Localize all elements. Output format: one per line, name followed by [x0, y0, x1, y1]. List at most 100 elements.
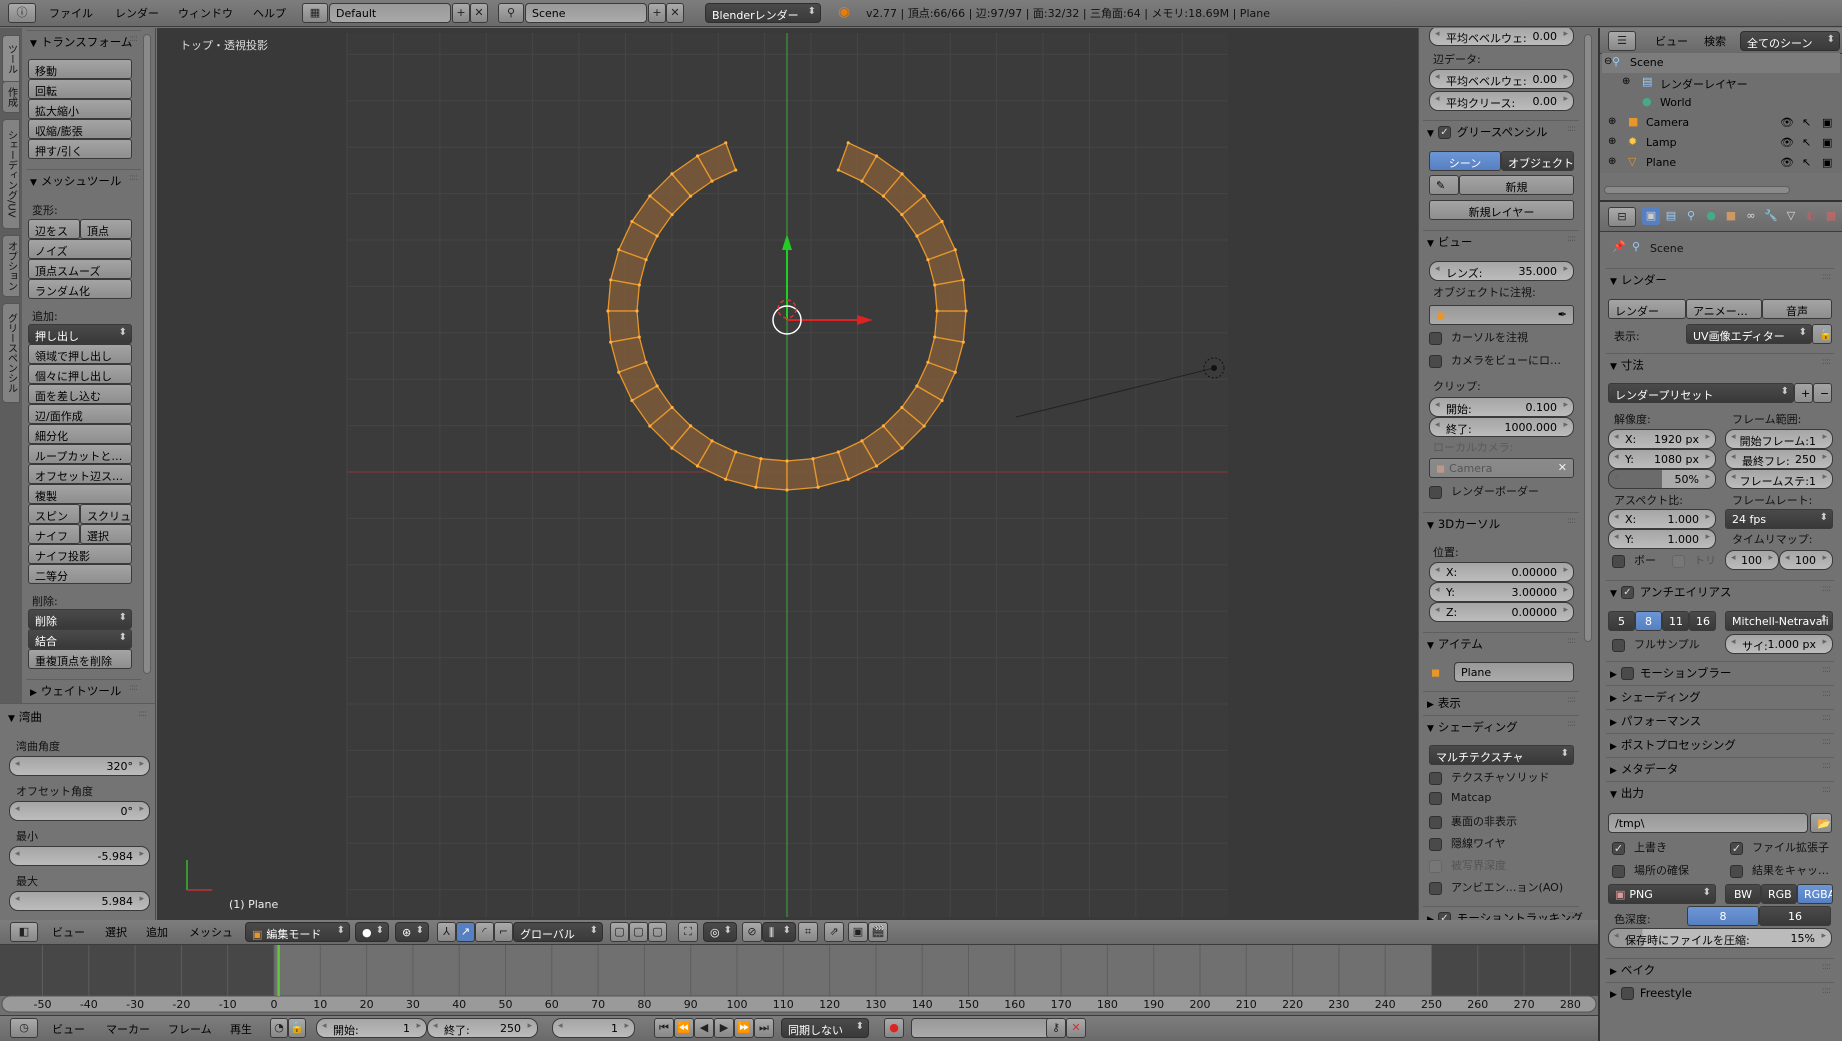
tool-shelf-tab-3[interactable]: オプション [2, 235, 20, 297]
prev-keyframe-icon[interactable]: ⏪ [674, 1018, 694, 1038]
shading-panel-header[interactable]: ▼ シェーディング:::: [1423, 715, 1579, 735]
end-frame-field[interactable]: 終了: 250 [427, 1018, 538, 1038]
color-mode-BW[interactable]: BW [1725, 884, 1761, 904]
mesh-tools-panel-header[interactable]: ▼ メッシュツール:::: [26, 169, 141, 189]
snap-element-dropdown[interactable]: ⫼ [762, 922, 796, 942]
snap-toggle-icon[interactable]: ⊘ [742, 922, 762, 942]
freestyle-panel-header[interactable]: ▶ Freestyle:::: [1606, 982, 1834, 1002]
border-checkbox[interactable]: ボー [1612, 552, 1656, 568]
translate-manipulator-icon[interactable]: ↗ [456, 922, 475, 942]
timeline-menu-3[interactable]: 再生 [230, 1021, 252, 1037]
collapsed-panel-1[interactable]: ▶ シェーディング:::: [1606, 685, 1834, 705]
object-context-icon[interactable]: ■ [1722, 207, 1740, 225]
tool-shelf-tab-1[interactable]: 作成 [2, 81, 20, 113]
checkbox[interactable] [1429, 354, 1442, 368]
drag-handle-icon[interactable]: :::: [138, 709, 147, 719]
weight-tools-panel-header[interactable]: ▶ ウェイトツール:::: [26, 679, 141, 699]
drag-handle-icon[interactable]: :::: [1822, 584, 1831, 594]
transform-tool-button[interactable]: 回転 [28, 79, 132, 99]
timeline-menu-2[interactable]: フレーム [168, 1021, 212, 1037]
3d-view-menu-1[interactable]: 選択 [105, 924, 127, 940]
add-tool-button[interactable]: 領域で押し出し [28, 344, 132, 364]
add-tool-button[interactable]: オフセット辺ス… [28, 464, 132, 484]
mode-dropdown[interactable]: ▣ 編集モード [245, 922, 350, 942]
audio-button[interactable]: 音声 [1762, 299, 1832, 319]
scene-delete-button[interactable]: ✕ [666, 3, 684, 23]
tool-shelf-tab-0[interactable]: ツール [2, 35, 20, 83]
scale-manipulator-icon[interactable]: ⌐ [494, 922, 513, 942]
checkbox[interactable] [1612, 638, 1625, 652]
grease-scene-button[interactable]: シーン [1429, 151, 1501, 171]
info-editor-type-button[interactable]: ⓘ [8, 3, 36, 23]
file-extensions-checkbox[interactable]: ✓ ファイル拡張子 [1730, 839, 1829, 855]
aa-samples-11[interactable]: 11 [1662, 611, 1689, 631]
resolution-y-field[interactable]: Y: 1080 px [1608, 449, 1716, 469]
shading-checkbox-2[interactable]: 裏面の非表示 [1429, 813, 1517, 829]
keying-set-field[interactable] [911, 1018, 1061, 1038]
3d-cursor-panel-header[interactable]: ▼ 3Dカーソル:::: [1423, 512, 1579, 532]
rotate-manipulator-icon[interactable]: ◜ [475, 922, 494, 942]
bisect-button[interactable]: 二等分 [28, 564, 132, 584]
drag-handle-icon[interactable]: :::: [1822, 986, 1831, 996]
drag-handle-icon[interactable]: :::: [1822, 761, 1831, 771]
aa-filter-dropdown[interactable]: Mitchell-Netravali [1725, 611, 1833, 631]
eye-icon[interactable]: 👁 [1780, 156, 1794, 169]
anti-aliasing-panel-header[interactable]: ▼ ✓ アンチエイリアス:::: [1606, 580, 1834, 600]
frame-rate-dropdown[interactable]: 24 fps [1725, 509, 1833, 529]
jump-end-icon[interactable]: ⏭ [754, 1018, 774, 1038]
3d-view-menu-3[interactable]: メッシュ [189, 924, 233, 940]
jump-start-icon[interactable]: ⏮ [654, 1018, 674, 1038]
outliner-item-1[interactable]: ⊕ ▤ レンダーレイヤー [1602, 73, 1840, 93]
drag-handle-icon[interactable]: :::: [1822, 737, 1831, 747]
timeline-editor-type-button[interactable]: ◷ [10, 1018, 38, 1038]
render-border-checkbox[interactable]: レンダーボーダー [1429, 483, 1539, 499]
collapsed-panel-4[interactable]: ▶ メタデータ:::: [1606, 757, 1834, 777]
checkbox[interactable] [1429, 771, 1442, 785]
insert-keyframe-icon[interactable]: ⚷ [1046, 1018, 1066, 1038]
checkbox[interactable] [1429, 791, 1442, 805]
next-keyframe-icon[interactable]: ⏩ [734, 1018, 754, 1038]
viewport-shading-dropdown[interactable]: ● [355, 922, 389, 942]
animation-button[interactable]: アニメー… [1686, 299, 1762, 319]
output-panel-header[interactable]: ▼ 出力:::: [1606, 781, 1834, 801]
timeline-menu-1[interactable]: マーカー [106, 1021, 150, 1037]
outliner-display-mode-dropdown[interactable]: 全てのシーン [1740, 31, 1840, 51]
checkbox[interactable] [1429, 485, 1442, 499]
cursor-z-field[interactable]: Z: 0.00000 [1429, 602, 1574, 622]
eye-icon[interactable]: 👁 [1780, 136, 1794, 149]
frame-step-field[interactable]: フレームステ:1 [1725, 469, 1833, 489]
outliner-item-2[interactable]: ● World [1602, 93, 1840, 113]
render-icon[interactable]: ▣ [1822, 136, 1832, 149]
current-frame-field[interactable]: 1 [552, 1018, 635, 1038]
add-tool-button[interactable]: 複製 [28, 484, 132, 504]
filter-size-field[interactable]: サイ:1.000 px [1725, 634, 1833, 654]
grease-pencil-browse-button[interactable]: ✎ [1429, 175, 1459, 195]
edge-bevel-weight-field[interactable]: 平均ベベルウェ: 0.00 [1429, 69, 1574, 89]
display-panel-header[interactable]: ▶ 表示:::: [1423, 691, 1579, 711]
checkbox-checked[interactable]: ✓ [1612, 841, 1625, 855]
outliner-editor-type-button[interactable]: ☰ [1608, 31, 1636, 51]
cache-result-checkbox[interactable]: 結果をキャッ… [1730, 862, 1829, 878]
outliner-menu-search[interactable]: 検索 [1704, 33, 1726, 49]
3d-view-menu-0[interactable]: ビュー [52, 924, 85, 940]
drag-handle-icon[interactable]: :::: [1567, 234, 1576, 244]
menu-file[interactable]: ファイル [49, 5, 93, 21]
pivot-point-dropdown[interactable]: ⊛ [395, 922, 429, 942]
drag-handle-icon[interactable]: :::: [1567, 636, 1576, 646]
lock-interface-button[interactable]: 🔓 [1812, 324, 1832, 344]
item-panel-header[interactable]: ▼ アイテム:::: [1423, 632, 1579, 652]
aa-samples-8[interactable]: 8 [1635, 611, 1662, 631]
modifiers-context-icon[interactable]: 🔧 [1762, 207, 1780, 225]
shading-mode-dropdown[interactable]: マルチテクスチャ [1429, 745, 1574, 765]
checkbox[interactable] [1429, 331, 1442, 345]
scene-add-button[interactable]: + [648, 3, 666, 23]
drag-handle-icon[interactable]: :::: [129, 34, 138, 44]
checkbox[interactable] [1429, 815, 1442, 829]
outliner-menu-view[interactable]: ビュー [1655, 33, 1688, 49]
scene-browse-button[interactable]: ⚲ [498, 3, 524, 23]
deform-tool-button[interactable]: ランダム化 [28, 279, 132, 299]
collapsed-panel-0[interactable]: ▶ モーションブラー:::: [1606, 661, 1834, 681]
preview-range-icon[interactable]: ◔ [270, 1018, 288, 1038]
start-frame-field[interactable]: 開始: 1 [316, 1018, 427, 1038]
color-mode-RGBA[interactable]: RGBA [1797, 884, 1833, 904]
